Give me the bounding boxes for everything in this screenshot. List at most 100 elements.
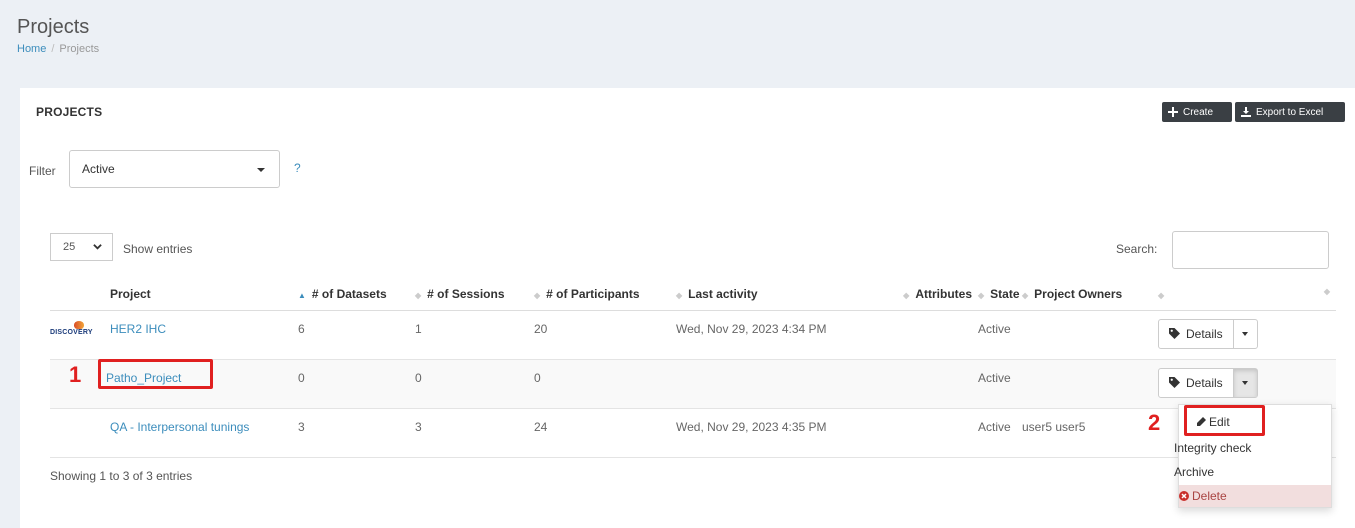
column-header-last-activity[interactable]: ◆ Last activity xyxy=(676,278,888,311)
caret-down-icon xyxy=(1242,331,1249,336)
sort-icon: ◆ xyxy=(415,290,422,300)
column-label: Project xyxy=(110,286,151,301)
participants-cell: 20 xyxy=(534,310,676,360)
tag-icon xyxy=(1169,328,1180,339)
menu-item-label: Archive xyxy=(1174,465,1215,479)
download-icon xyxy=(1241,107,1251,117)
state-cell: Active xyxy=(978,408,1022,458)
menu-item-archive[interactable]: Archive xyxy=(1173,461,1325,483)
export-to-excel-button[interactable]: Export to Excel xyxy=(1235,102,1345,122)
sort-icon: ◆ xyxy=(1323,286,1330,296)
table-row: DISCOVERY HER2 IHC 6 1 20 Wed, Nov 29, 2… xyxy=(50,310,1336,360)
annotation-number-1: 1 xyxy=(69,362,82,387)
show-entries-label: Show entries xyxy=(123,242,193,256)
menu-item-delete[interactable]: Delete xyxy=(1179,485,1331,507)
caret-down-icon xyxy=(257,168,265,172)
column-header-participants[interactable]: ◆ # of Participants xyxy=(534,278,676,311)
column-label: # of Participants xyxy=(546,286,640,301)
discovery-logo: DISCOVERY xyxy=(50,320,100,336)
sessions-cell: 0 xyxy=(415,359,534,409)
breadcrumb-current: Projects xyxy=(59,43,100,55)
state-cell: Active xyxy=(978,359,1022,409)
last-activity-cell xyxy=(676,359,888,409)
owners-cell: user5 user5 xyxy=(1022,408,1158,458)
sort-icon: ◆ xyxy=(534,290,541,300)
column-label: Attributes xyxy=(915,286,972,301)
box-title: PROJECTS xyxy=(36,105,103,119)
column-header-project[interactable]: Project xyxy=(110,278,298,311)
sort-icon: ◆ xyxy=(903,290,910,300)
breadcrumb-home-link[interactable]: Home xyxy=(17,43,46,55)
details-button-group: Details xyxy=(1158,318,1258,349)
last-activity-cell: Wed, Nov 29, 2023 4:35 PM xyxy=(676,408,888,458)
plus-icon xyxy=(1168,107,1178,117)
details-dropdown-toggle[interactable] xyxy=(1234,320,1257,348)
participants-cell: 24 xyxy=(534,408,676,458)
sessions-cell: 1 xyxy=(415,310,534,360)
annotation-highlight-edit xyxy=(1184,405,1265,436)
column-label: State xyxy=(990,286,1020,301)
column-label: Last activity xyxy=(688,286,758,301)
details-button[interactable]: Details xyxy=(1159,368,1234,397)
sort-icon: ◆ xyxy=(978,290,985,300)
project-logo-cell: DISCOVERY xyxy=(50,310,110,360)
projects-box: PROJECTS Create Export to Excel Filter A… xyxy=(20,88,1355,528)
state-cell: Active xyxy=(978,310,1022,360)
column-label: Project Owners xyxy=(1034,286,1123,301)
project-link[interactable]: HER2 IHC xyxy=(110,322,166,336)
menu-item-label: Integrity check xyxy=(1174,441,1252,455)
column-header-state[interactable]: ◆ State xyxy=(978,278,1022,311)
search-input[interactable] xyxy=(1172,231,1329,269)
sort-icon: ◆ xyxy=(676,290,683,300)
datasets-cell: 3 xyxy=(298,408,415,458)
caret-down-icon xyxy=(1242,380,1249,385)
column-header-datasets[interactable]: ▲ # of Datasets xyxy=(298,278,415,311)
create-button[interactable]: Create xyxy=(1162,102,1232,122)
details-dropdown-toggle[interactable] xyxy=(1233,368,1257,397)
filter-select[interactable]: Active xyxy=(69,150,280,188)
tag-icon xyxy=(1169,377,1180,388)
participants-cell: 0 xyxy=(534,359,676,409)
last-activity-cell: Wed, Nov 29, 2023 4:34 PM xyxy=(676,310,888,360)
column-header-sessions[interactable]: ◆ # of Sessions xyxy=(415,278,534,311)
details-label: Details xyxy=(1186,326,1223,341)
page-title: Projects xyxy=(17,16,90,38)
export-button-label: Export to Excel xyxy=(1256,106,1324,118)
details-button-group: Details xyxy=(1158,367,1258,398)
column-header-actions: ◆ ◆ xyxy=(1158,278,1336,311)
page-header: Projects Home / Projects xyxy=(0,0,1355,68)
sort-asc-icon: ▲ xyxy=(298,290,306,300)
owners-cell xyxy=(1022,359,1158,409)
table-header-row: Project ▲ # of Datasets ◆ # of Sessions ◆ #… xyxy=(50,278,1336,311)
sessions-cell: 3 xyxy=(415,408,534,458)
entries-length-value: 25 xyxy=(63,241,76,253)
table-row: QA - Interpersonal tunings 3 3 24 Wed, N… xyxy=(50,408,1336,458)
times-circle-icon xyxy=(1179,491,1189,501)
sort-icon: ◆ xyxy=(1158,290,1165,300)
attributes-cell xyxy=(888,408,978,458)
column-header-attributes[interactable]: ◆ Attributes xyxy=(888,278,978,311)
menu-item-label: Delete xyxy=(1192,489,1227,503)
sort-icon: ◆ xyxy=(1022,290,1029,300)
column-header-logo xyxy=(50,278,110,311)
table-row: Patho_Project 0 0 0 Active Details xyxy=(50,359,1336,409)
projects-table: Project ▲ # of Datasets ◆ # of Sessions ◆ #… xyxy=(50,278,1336,458)
details-button[interactable]: Details xyxy=(1159,319,1234,348)
datasets-cell: 0 xyxy=(298,359,415,409)
filter-help-link[interactable]: ? xyxy=(294,161,301,175)
owners-cell xyxy=(1022,310,1158,360)
menu-item-integrity-check[interactable]: Integrity check xyxy=(1173,437,1325,459)
entries-length-select[interactable]: 25 xyxy=(50,233,113,261)
annotation-highlight-project xyxy=(98,359,213,389)
project-link[interactable]: QA - Interpersonal tunings xyxy=(110,420,249,434)
column-label: # of Datasets xyxy=(311,286,387,301)
create-button-label: Create xyxy=(1183,106,1214,118)
breadcrumb-separator: / xyxy=(51,43,55,55)
datasets-cell: 6 xyxy=(298,310,415,360)
column-label: # of Sessions xyxy=(427,286,505,301)
breadcrumb: Home / Projects xyxy=(17,43,99,55)
showing-entries-info: Showing 1 to 3 of 3 entries xyxy=(50,469,193,483)
chevron-down-icon xyxy=(93,244,102,250)
column-header-owners[interactable]: ◆ Project Owners xyxy=(1022,278,1158,311)
filter-select-value: Active xyxy=(82,162,115,176)
